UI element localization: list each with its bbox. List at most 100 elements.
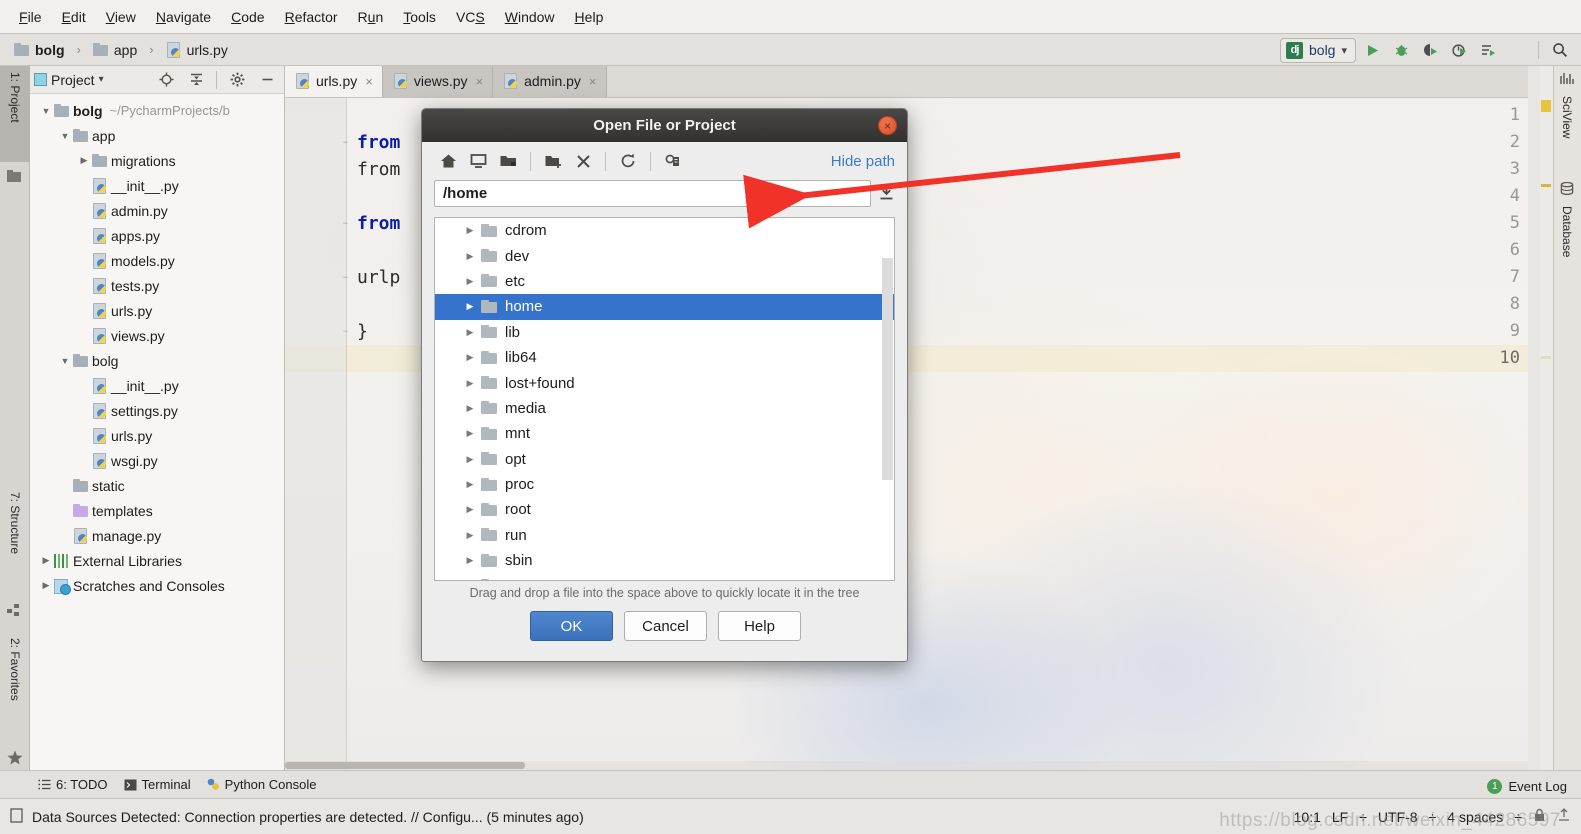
tree-node[interactable]: apps.py	[30, 223, 284, 248]
search-everywhere-button[interactable]	[1547, 37, 1573, 63]
chevron-down-icon[interactable]: ▼	[38, 106, 54, 116]
chevron-right-icon[interactable]: ▶	[463, 378, 477, 389]
file-tree-list[interactable]: ▶ cdrom ▶ dev ▶ etc ▶ home ▶ lib ▶ lib64 ▶ lost+found…	[434, 217, 895, 581]
chevron-right-icon[interactable]: ▶	[463, 352, 477, 363]
menu-item-vcs[interactable]: VCS	[447, 6, 494, 28]
breadcrumb-item-urls-py[interactable]: urls.py	[166, 41, 228, 58]
code-fold-toggle[interactable]: −	[340, 326, 351, 337]
run-dashboard-button[interactable]	[1475, 37, 1501, 63]
file-list-item[interactable]: ▶ cdrom	[435, 218, 894, 243]
breadcrumb-item-app[interactable]: app	[92, 42, 137, 58]
tree-node[interactable]: wsgi.py	[30, 448, 284, 473]
tree-node[interactable]: ▶ Scratches and Consoles	[30, 573, 284, 598]
chevron-right-icon[interactable]: ▶	[463, 327, 477, 338]
menu-item-code[interactable]: Code	[222, 6, 273, 28]
menu-item-window[interactable]: Window	[496, 6, 564, 28]
chevron-right-icon[interactable]: ▶	[463, 225, 477, 236]
desktop-directory-button[interactable]	[464, 148, 492, 175]
menu-item-run[interactable]: Run	[349, 6, 393, 28]
sidebar-item-sciview[interactable]: SciView	[1553, 90, 1581, 176]
chevron-right-icon[interactable]: ▶	[463, 504, 477, 515]
chevron-right-icon[interactable]: ▶	[463, 530, 477, 541]
stop-button[interactable]	[1504, 37, 1530, 63]
file-list-item[interactable]: ▶ home	[435, 294, 894, 320]
chevron-right-icon[interactable]: ▶	[463, 403, 477, 414]
collapse-all-button[interactable]	[183, 67, 209, 93]
file-list-item[interactable]: ▶snap	[435, 573, 894, 580]
file-list-item[interactable]: ▶ proc	[435, 472, 894, 497]
menu-item-help[interactable]: Help	[566, 6, 613, 28]
help-button[interactable]: Help	[718, 611, 801, 641]
code-fold-toggle[interactable]: −	[340, 218, 351, 229]
chevron-right-icon[interactable]: ▶	[463, 479, 477, 490]
file-list-item[interactable]: ▶ lost+found	[435, 370, 894, 395]
chevron-right-icon[interactable]: ▶	[38, 555, 54, 566]
hide-path-link[interactable]: Hide path	[831, 153, 895, 170]
path-input[interactable]: /home	[434, 180, 871, 207]
sidebar-item-structure[interactable]: 7: Structure	[0, 486, 30, 598]
close-icon[interactable]: ×	[365, 74, 373, 89]
editor-tab-views-py[interactable]: views.py ×	[382, 66, 494, 97]
menu-item-navigate[interactable]: Navigate	[147, 6, 220, 28]
code-fold-toggle[interactable]: −	[340, 137, 351, 148]
file-list-item[interactable]: ▶ lib64	[435, 345, 894, 370]
breadcrumb-item-bolg[interactable]: bolg	[14, 42, 65, 58]
menu-item-file[interactable]: File	[10, 6, 51, 28]
editor-tab-urls-py[interactable]: urls.py ×	[285, 66, 383, 97]
close-icon[interactable]: ×	[878, 116, 897, 135]
file-list-item[interactable]: ▶ root	[435, 497, 894, 522]
tree-node[interactable]: models.py	[30, 248, 284, 273]
chevron-right-icon[interactable]: ▶	[463, 555, 477, 566]
chevron-right-icon[interactable]: ▶	[463, 454, 477, 465]
tree-node[interactable]: admin.py	[30, 198, 284, 223]
tree-node[interactable]: urls.py	[30, 423, 284, 448]
tool-button-todo[interactable]: 6: TODO	[38, 777, 108, 792]
editor-horizontal-scrollbar[interactable]	[285, 761, 1528, 770]
run-with-coverage-button[interactable]	[1417, 37, 1443, 63]
file-list-item[interactable]: ▶ sbin	[435, 548, 894, 573]
event-log-button[interactable]: 1 Event Log	[1487, 779, 1567, 794]
tree-node[interactable]: __init__.py	[30, 373, 284, 398]
tree-node[interactable]: ▶ migrations	[30, 148, 284, 173]
tree-node[interactable]: views.py	[30, 323, 284, 348]
file-list-item[interactable]: ▶ mnt	[435, 421, 894, 446]
chevron-right-icon[interactable]: ▶	[463, 428, 477, 439]
profile-button[interactable]	[1446, 37, 1472, 63]
debug-button[interactable]	[1388, 37, 1414, 63]
tool-button-python-console[interactable]: Python Console	[207, 777, 316, 792]
scrollbar-thumb[interactable]	[882, 258, 893, 480]
menu-item-edit[interactable]: Edit	[53, 6, 95, 28]
file-list-item[interactable]: ▶ run	[435, 523, 894, 548]
path-history-button[interactable]	[878, 184, 895, 204]
tree-node[interactable]: manage.py	[30, 523, 284, 548]
locate-in-tree-button[interactable]	[153, 67, 179, 93]
chevron-right-icon[interactable]: ▶	[463, 301, 477, 312]
project-folder-icon[interactable]	[494, 148, 522, 175]
menu-item-tools[interactable]: Tools	[394, 6, 445, 28]
tool-button-terminal[interactable]: Terminal	[124, 777, 191, 792]
chevron-right-icon[interactable]: ▶	[76, 155, 92, 166]
refresh-button[interactable]	[614, 148, 642, 175]
tree-node[interactable]: settings.py	[30, 398, 284, 423]
home-directory-button[interactable]	[434, 148, 462, 175]
scrollbar-thumb[interactable]	[285, 762, 525, 769]
tree-node[interactable]: static	[30, 473, 284, 498]
tree-node[interactable]: ▼ app	[30, 123, 284, 148]
ok-button[interactable]: OK	[530, 611, 613, 641]
chevron-right-icon[interactable]: ▶	[38, 580, 54, 591]
tree-node[interactable]: __init__.py	[30, 173, 284, 198]
menu-item-refactor[interactable]: Refactor	[276, 6, 347, 28]
file-list-item[interactable]: ▶ media	[435, 396, 894, 421]
run-configuration-selector[interactable]: dj bolg ▾	[1280, 37, 1356, 63]
tree-node[interactable]: urls.py	[30, 298, 284, 323]
delete-button[interactable]	[569, 148, 597, 175]
project-tree[interactable]: ▼ bolg ~/PycharmProjects/b ▼ app ▶ migrations _…	[30, 94, 284, 598]
chevron-right-icon[interactable]: ▶	[463, 276, 477, 287]
file-list-item[interactable]: ▶ lib	[435, 320, 894, 345]
show-hidden-files-button[interactable]	[659, 148, 687, 175]
sidebar-item-project[interactable]: 1: Project	[0, 66, 30, 162]
tree-node[interactable]: ▼ bolg ~/PycharmProjects/b	[30, 98, 284, 123]
gear-icon[interactable]	[224, 67, 250, 93]
menu-item-view[interactable]: View	[97, 6, 145, 28]
tree-node[interactable]: tests.py	[30, 273, 284, 298]
